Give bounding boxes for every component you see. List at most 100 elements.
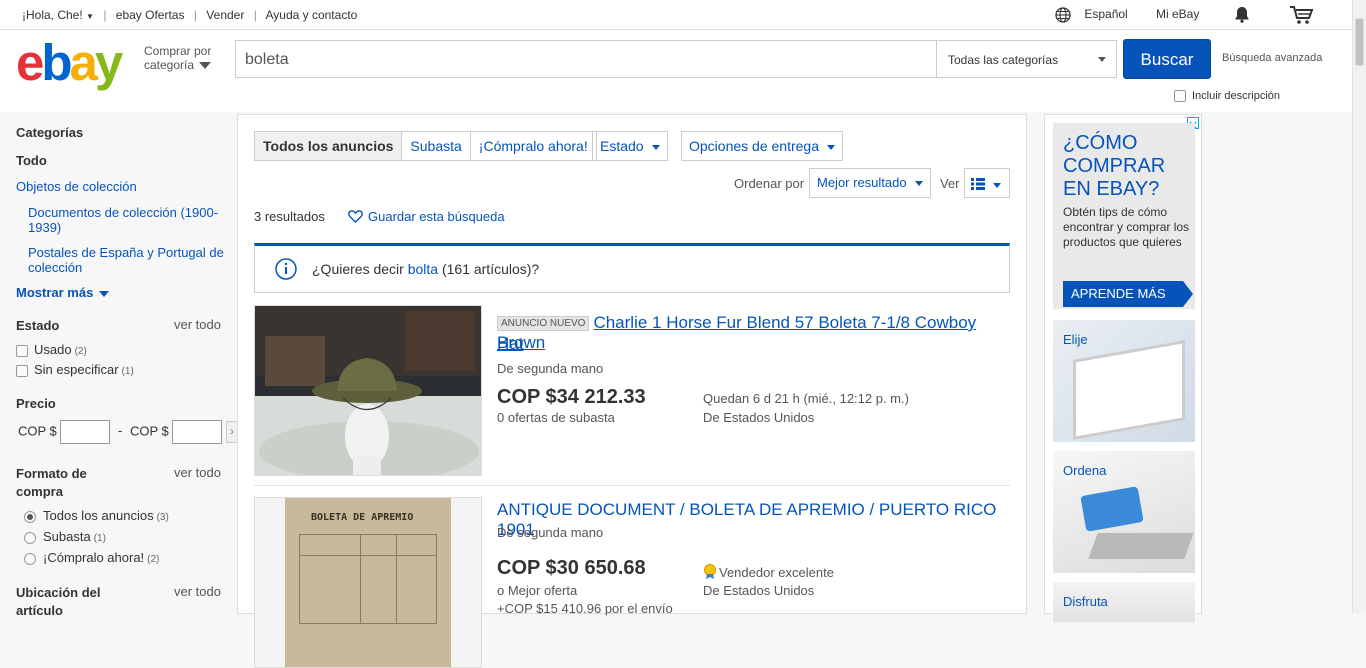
- list-view-icon: [971, 177, 985, 193]
- divider: |: [193, 8, 197, 22]
- tab-auction[interactable]: Subasta: [402, 132, 471, 160]
- checkbox-icon: [16, 364, 28, 377]
- category-collectibles[interactable]: Objetos de colección: [16, 179, 137, 194]
- advanced-search-link[interactable]: Búsqueda avanzada: [1222, 52, 1322, 64]
- category-all[interactable]: Todo: [16, 153, 47, 168]
- caret-down-icon: [651, 144, 660, 150]
- ad-body: Obtén tips de cómo encontrar y comprar l…: [1063, 205, 1190, 249]
- format-heading: Formato de compra: [16, 465, 87, 501]
- chevron-down-icon: ▼: [86, 12, 94, 21]
- tab-buy-now[interactable]: ¡Cómpralo ahora!: [471, 132, 596, 160]
- item-time-left: Quedan 6 d 21 h (mié., 12:12 p. m.): [703, 391, 909, 406]
- shop-by-label-2: categoría: [144, 58, 195, 72]
- sell-link[interactable]: Vender: [206, 8, 244, 22]
- filter-used-label: Usado: [34, 342, 72, 357]
- item-image[interactable]: BOLETA DE APREMIO: [254, 497, 482, 668]
- filter-used[interactable]: Usado (2): [16, 342, 87, 357]
- ad-how-to-buy[interactable]: ¿CÓMO COMPRAR EN EBAY? Obtén tips de cóm…: [1053, 123, 1195, 309]
- include-description-label: Incluir descripción: [1192, 90, 1281, 102]
- price-from-label: COP $: [18, 423, 57, 439]
- info-icon: [275, 258, 297, 280]
- did-you-mean-banner: ¿Quieres decir bolta (161 artículos)?: [254, 243, 1010, 293]
- format-buynow-radio[interactable]: ¡Cómpralo ahora! (2): [24, 550, 159, 565]
- format-buynow-label: ¡Cómpralo ahora!: [43, 550, 145, 565]
- did-you-mean-link[interactable]: bolta: [408, 261, 438, 277]
- item-title-line2[interactable]: Brown: [497, 333, 545, 353]
- show-more-button[interactable]: Mostrar más: [16, 285, 109, 300]
- category-postcards[interactable]: Postales de España y Portugal de colecci…: [28, 245, 228, 275]
- sort-dropdown[interactable]: Mejor resultado: [809, 168, 931, 198]
- state-see-all-link[interactable]: ver todo: [174, 317, 221, 332]
- page-scrollbar[interactable]: [1352, 0, 1366, 613]
- item-best-offer: o Mejor oferta: [497, 583, 578, 598]
- divider: |: [103, 8, 107, 22]
- ad-step-order[interactable]: Ordena: [1053, 451, 1195, 573]
- language-selector[interactable]: Español: [1055, 7, 1128, 23]
- format-auction-radio[interactable]: Subasta (1): [24, 529, 106, 544]
- location-heading-line1: Ubicación del: [16, 585, 101, 600]
- format-see-all-link[interactable]: ver todo: [174, 465, 221, 480]
- save-search-button[interactable]: Guardar esta búsqueda: [348, 209, 505, 224]
- ebay-logo[interactable]: ebay: [16, 35, 123, 91]
- results-panel: Todos los anuncios Subasta ¡Cómpralo aho…: [237, 114, 1027, 668]
- state-filter-dropdown[interactable]: Estado: [592, 131, 668, 161]
- filter-used-count: (2): [74, 346, 87, 357]
- item-image[interactable]: [254, 305, 482, 476]
- format-auction-label: Subasta: [43, 529, 91, 544]
- radio-icon: [24, 552, 36, 565]
- item-origin: De Estados Unidos: [703, 583, 815, 598]
- item-condition: De segunda mano: [497, 361, 604, 376]
- radio-icon: [24, 531, 36, 544]
- delivery-options-dropdown[interactable]: Opciones de entrega: [681, 131, 843, 161]
- list-item: BOLETA DE APREMIO ANTIQUE DOCUMENT / BOL…: [254, 497, 1010, 668]
- cart-icon[interactable]: [1289, 5, 1314, 28]
- myebay-link[interactable]: Mi eBay: [1156, 7, 1199, 21]
- language-label: Español: [1084, 7, 1128, 22]
- ad-step-choose[interactable]: Elije: [1053, 320, 1195, 442]
- caret-down-icon: [914, 181, 923, 187]
- deals-link[interactable]: ebay Ofertas: [116, 8, 185, 22]
- checkbox-icon: [16, 344, 28, 357]
- price-heading: Precio: [16, 396, 56, 411]
- ad-cta-button[interactable]: APRENDE MÁS: [1063, 281, 1183, 307]
- header: ebay Comprar por categoría boleta Todas …: [0, 30, 1352, 112]
- tab-all-listings[interactable]: Todos los anuncios: [255, 132, 403, 160]
- top-rated-badge-icon: [704, 564, 716, 579]
- shop-by-label: Comprar por: [144, 44, 212, 58]
- heart-icon: [348, 210, 363, 224]
- filter-unspecified[interactable]: Sin especificar (1): [16, 362, 134, 377]
- price-min-input[interactable]: [60, 420, 111, 444]
- item-title-link[interactable]: ANUNCIO NUEVO Charlie 1 Horse Fur Blend 5…: [497, 313, 1007, 354]
- location-heading: Ubicación del artículo: [16, 584, 101, 620]
- price-max-input[interactable]: [172, 420, 223, 444]
- price-dash: -: [118, 423, 123, 439]
- ad-step3-label: Disfruta: [1063, 594, 1108, 609]
- divider: [254, 485, 1010, 486]
- caret-down-icon: [993, 182, 1001, 188]
- format-buynow-count: (2): [147, 554, 160, 565]
- location-see-all-link[interactable]: ver todo: [174, 584, 221, 599]
- shop-by-category-button[interactable]: Comprar por categoría: [144, 44, 212, 72]
- caret-down-icon: [199, 62, 212, 70]
- listing-type-tabs: Todos los anuncios Subasta ¡Cómpralo aho…: [254, 131, 597, 161]
- top-rated-seller-label: Vendedor excelente: [719, 565, 834, 580]
- scrollbar-thumb[interactable]: [1355, 18, 1364, 66]
- item-origin: De Estados Unidos: [703, 410, 815, 425]
- ad-step-enjoy[interactable]: Disfruta: [1053, 582, 1195, 622]
- radio-selected-icon: [24, 510, 36, 523]
- document-heading-text: BOLETA DE APREMIO: [311, 512, 414, 523]
- search-input[interactable]: boleta: [245, 51, 289, 69]
- results-count: 3 resultados: [254, 209, 325, 224]
- globe-icon: [1055, 7, 1071, 23]
- format-all-radio[interactable]: Todos los anuncios (3): [24, 508, 169, 523]
- search-button[interactable]: Buscar: [1123, 39, 1211, 79]
- include-description-checkbox[interactable]: Incluir descripción: [1174, 90, 1281, 103]
- location-heading-line2: artículo: [16, 603, 63, 618]
- bell-icon[interactable]: [1234, 6, 1250, 26]
- format-all-label: Todos los anuncios: [43, 508, 154, 523]
- greeting-link[interactable]: ¡Hola, Che! ▼: [22, 8, 94, 22]
- view-dropdown[interactable]: [964, 168, 1010, 198]
- category-documents[interactable]: Documentos de colección (1900-1939): [28, 205, 228, 235]
- help-link[interactable]: Ayuda y contacto: [265, 8, 357, 22]
- category-select[interactable]: Todas las categorías: [936, 41, 1116, 77]
